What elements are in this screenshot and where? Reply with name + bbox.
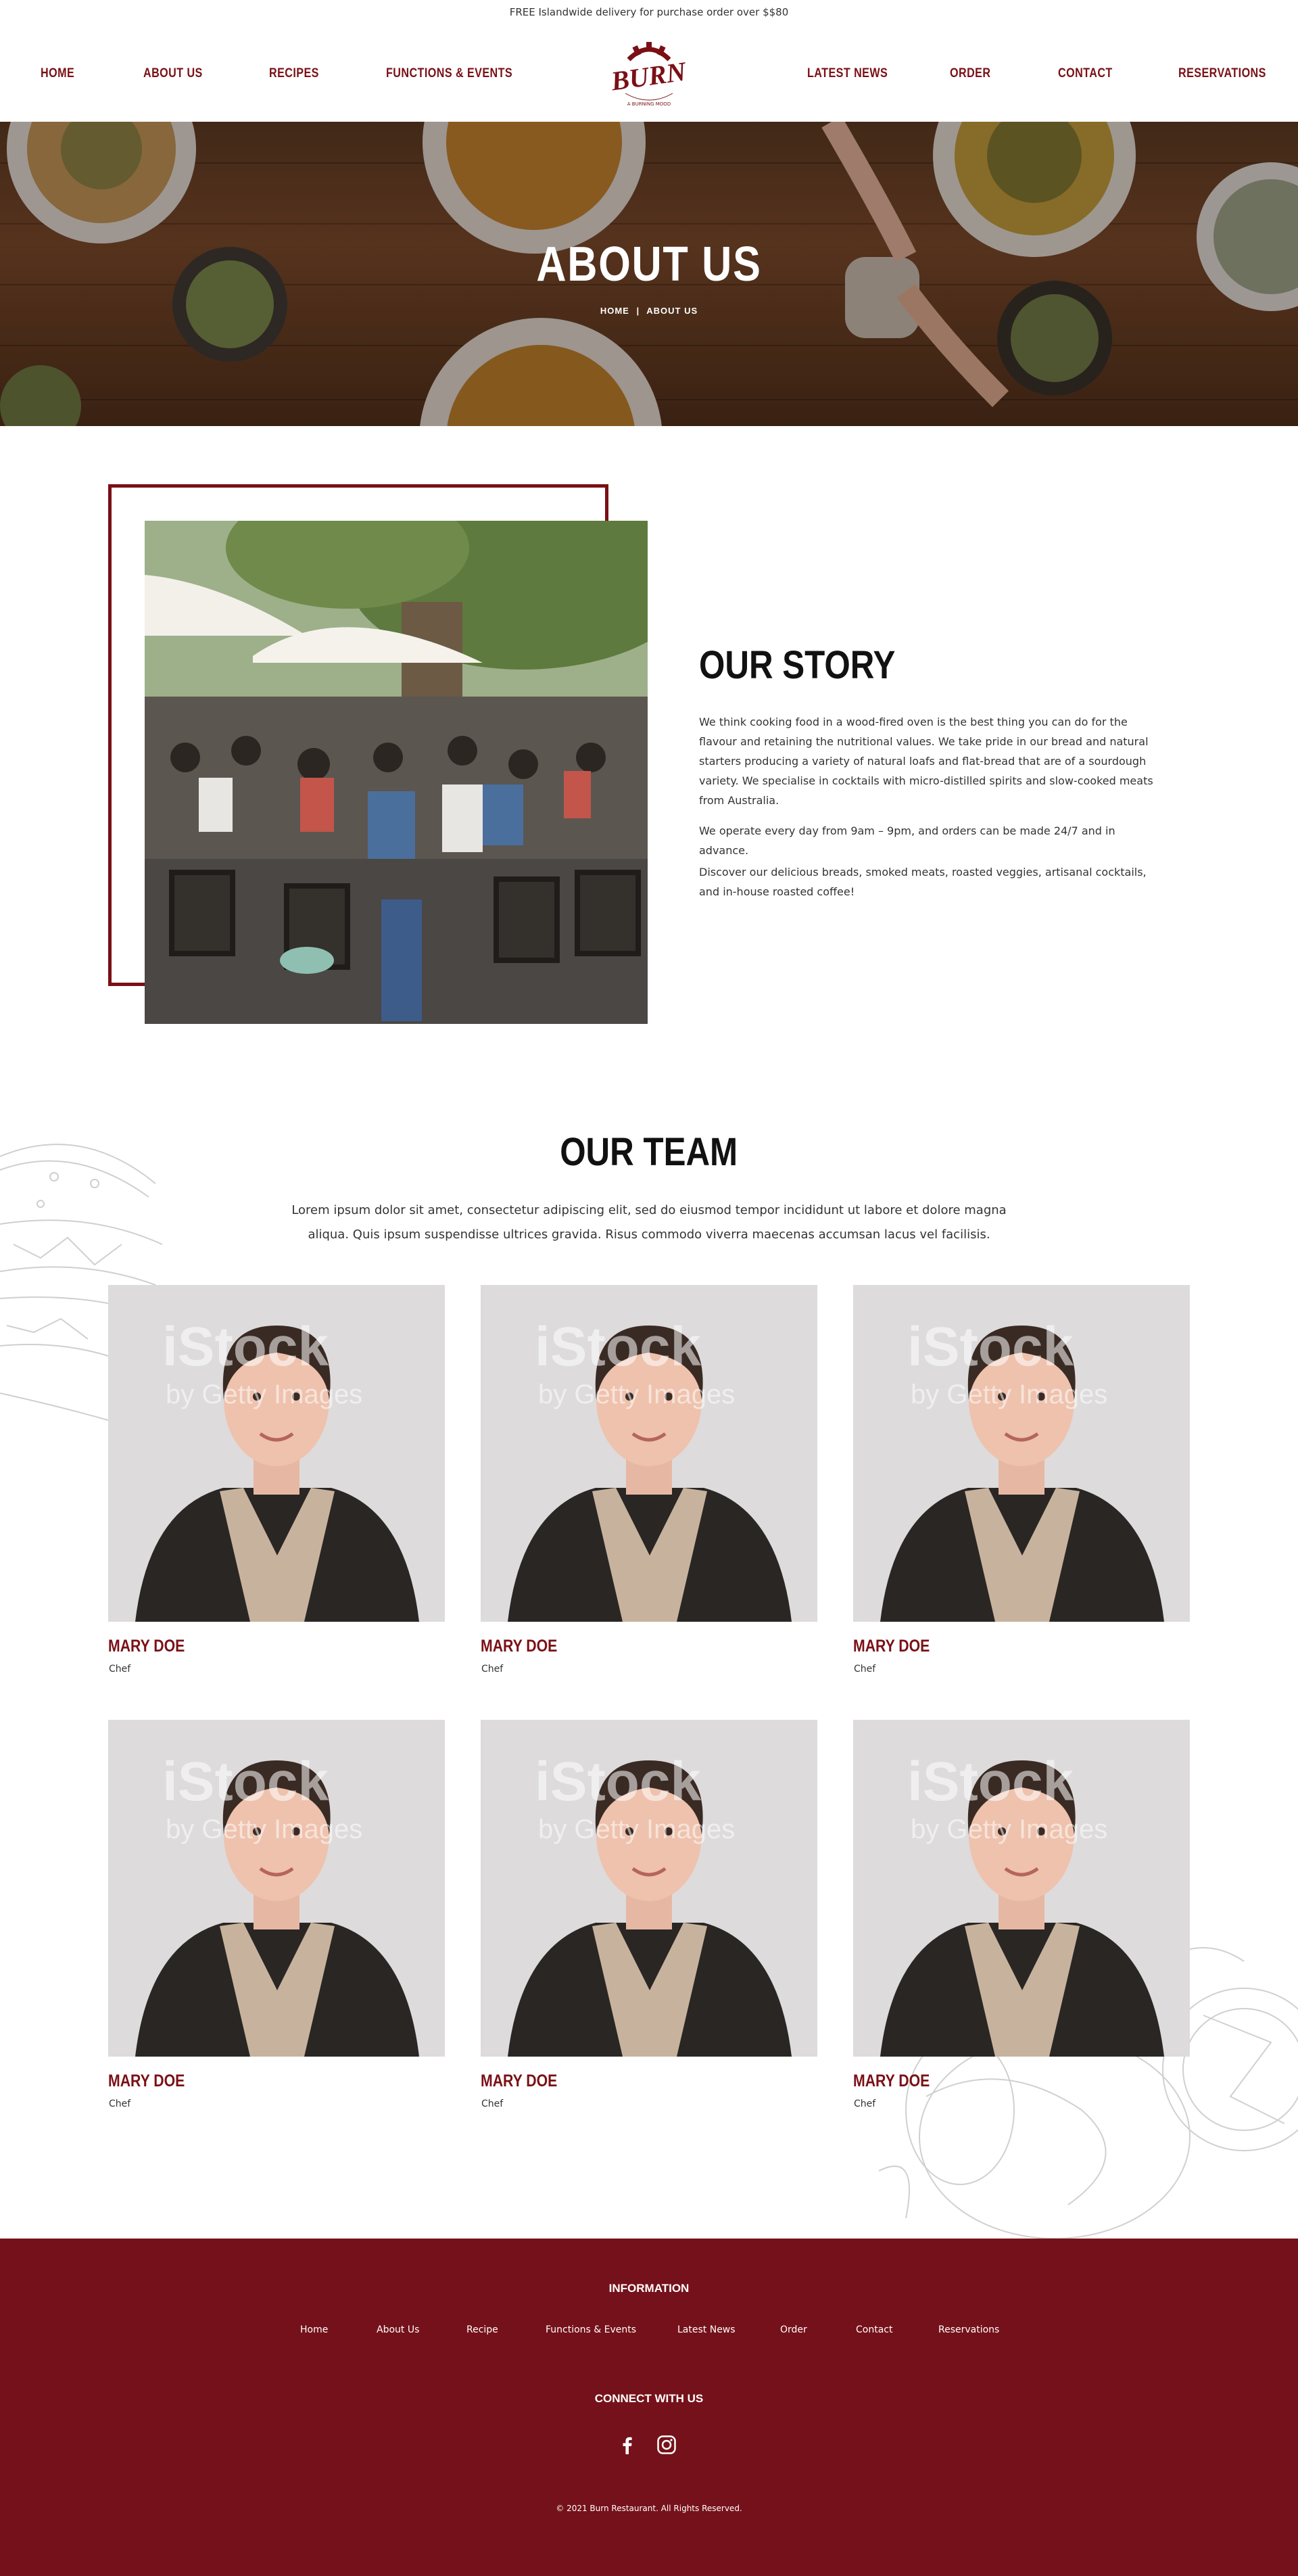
team-member-name: MARY DOE xyxy=(481,1637,558,1656)
team-member-role: Chef xyxy=(854,2099,876,2109)
watermark-sub: by Getty Images xyxy=(538,1380,736,1409)
team-member-name: MARY DOE xyxy=(481,2071,558,2090)
nav-functions-events[interactable]: FUNCTIONS & EVENTS xyxy=(386,66,512,80)
story-paragraph-1: We think cooking food in a wood-fired ov… xyxy=(699,716,1153,807)
watermark-sub: by Getty Images xyxy=(166,1814,363,1844)
breadcrumb-separator: | xyxy=(636,306,640,316)
team-title-text: OUR TEAM xyxy=(560,1130,738,1174)
team-member-role: Chef xyxy=(109,2099,131,2109)
team-member-name: MARY DOE xyxy=(853,1637,930,1656)
watermark-brand: iStock xyxy=(907,1316,1074,1378)
team-member-role: Chef xyxy=(481,1664,504,1675)
team-member-name: MARY DOE xyxy=(108,1637,185,1656)
team-title: OUR TEAM xyxy=(0,1129,1298,1175)
footer-link-about-us[interactable]: About Us xyxy=(377,2324,419,2335)
story-paragraph-3: Discover our delicious breads, smoked me… xyxy=(699,866,1147,898)
footer-link-functions-events[interactable]: Functions & Events xyxy=(546,2324,636,2335)
instagram-icon[interactable] xyxy=(656,2435,677,2455)
logo-mark: BURN A BURNING MOOD xyxy=(608,42,689,107)
promo-bar: FREE Islandwide delivery for purchase or… xyxy=(0,0,1298,24)
watermark-brand: iStock xyxy=(162,1751,329,1812)
nav-contact[interactable]: CONTACT xyxy=(1058,66,1113,80)
nav-reservations[interactable]: RESERVATIONS xyxy=(1178,66,1266,80)
team-member-photo: iStock by Getty Images xyxy=(108,1285,445,1622)
svg-text:BURN: BURN xyxy=(608,55,689,96)
copyright-text: © 2021 Burn Restaurant. All Rights Reser… xyxy=(556,2504,742,2513)
burn-logo[interactable]: BURN A BURNING MOOD xyxy=(608,39,690,114)
site-footer: INFORMATION Home About Us Recipe Functio… xyxy=(0,2239,1298,2576)
watermark-sub: by Getty Images xyxy=(166,1380,363,1409)
footer-link-recipe[interactable]: Recipe xyxy=(466,2324,498,2335)
team-member-role: Chef xyxy=(109,1664,131,1675)
site-header: HOME ABOUT US RECIPES FUNCTIONS & EVENTS… xyxy=(0,24,1298,122)
watermark-brand: iStock xyxy=(535,1316,702,1378)
team-member-photo: iStock by Getty Images xyxy=(481,1285,817,1622)
nav-recipes[interactable]: RECIPES xyxy=(269,66,319,80)
footer-link-contact[interactable]: Contact xyxy=(856,2324,892,2335)
svg-text:A BURNING MOOD: A BURNING MOOD xyxy=(627,101,671,107)
team-member-role: Chef xyxy=(481,2099,504,2109)
footer-link-reservations[interactable]: Reservations xyxy=(938,2324,999,2335)
breadcrumb-home[interactable]: HOME xyxy=(600,306,629,316)
team-member-name: MARY DOE xyxy=(853,2071,930,2090)
breadcrumb-current: ABOUT US xyxy=(646,306,698,316)
nav-home[interactable]: HOME xyxy=(41,66,74,80)
story-title: OUR STORY xyxy=(699,643,896,687)
footer-link-latest-news[interactable]: Latest News xyxy=(677,2324,736,2335)
footer-info-heading: INFORMATION xyxy=(608,2282,690,2295)
footer-link-order[interactable]: Order xyxy=(780,2324,807,2335)
page-title: ABOUT US xyxy=(536,237,762,291)
restaurant-patio-photo xyxy=(145,521,648,1024)
watermark-sub: by Getty Images xyxy=(911,1380,1108,1409)
promo-text: FREE Islandwide delivery for purchase or… xyxy=(509,6,789,18)
team-member-photo: iStock by Getty Images xyxy=(481,1720,817,2057)
watermark-sub: by Getty Images xyxy=(911,1814,1108,1844)
team-description: Lorem ipsum dolor sit amet, consectetur … xyxy=(291,1203,1007,1242)
team-member-name: MARY DOE xyxy=(108,2071,185,2090)
watermark-sub: by Getty Images xyxy=(538,1814,736,1844)
team-member-role: Chef xyxy=(854,1664,876,1675)
nav-order[interactable]: ORDER xyxy=(950,66,990,80)
watermark-brand: iStock xyxy=(535,1751,702,1812)
team-member-photo: iStock by Getty Images xyxy=(853,1720,1190,2057)
story-paragraph-2: We operate every day from 9am – 9pm, and… xyxy=(699,824,1115,857)
watermark-brand: iStock xyxy=(162,1316,329,1378)
nav-latest-news[interactable]: LATEST NEWS xyxy=(807,66,888,80)
breadcrumb: HOME | ABOUT US xyxy=(0,306,1298,316)
watermark-brand: iStock xyxy=(907,1751,1074,1812)
nav-about-us[interactable]: ABOUT US xyxy=(143,66,203,80)
footer-link-home[interactable]: Home xyxy=(300,2324,328,2335)
facebook-icon[interactable] xyxy=(617,2435,638,2455)
hero-banner: ABOUT US HOME | ABOUT US xyxy=(0,122,1298,426)
team-member-photo: iStock by Getty Images xyxy=(853,1285,1190,1622)
footer-connect-heading: CONNECT WITH US xyxy=(594,2392,704,2405)
team-member-photo: iStock by Getty Images xyxy=(108,1720,445,2057)
